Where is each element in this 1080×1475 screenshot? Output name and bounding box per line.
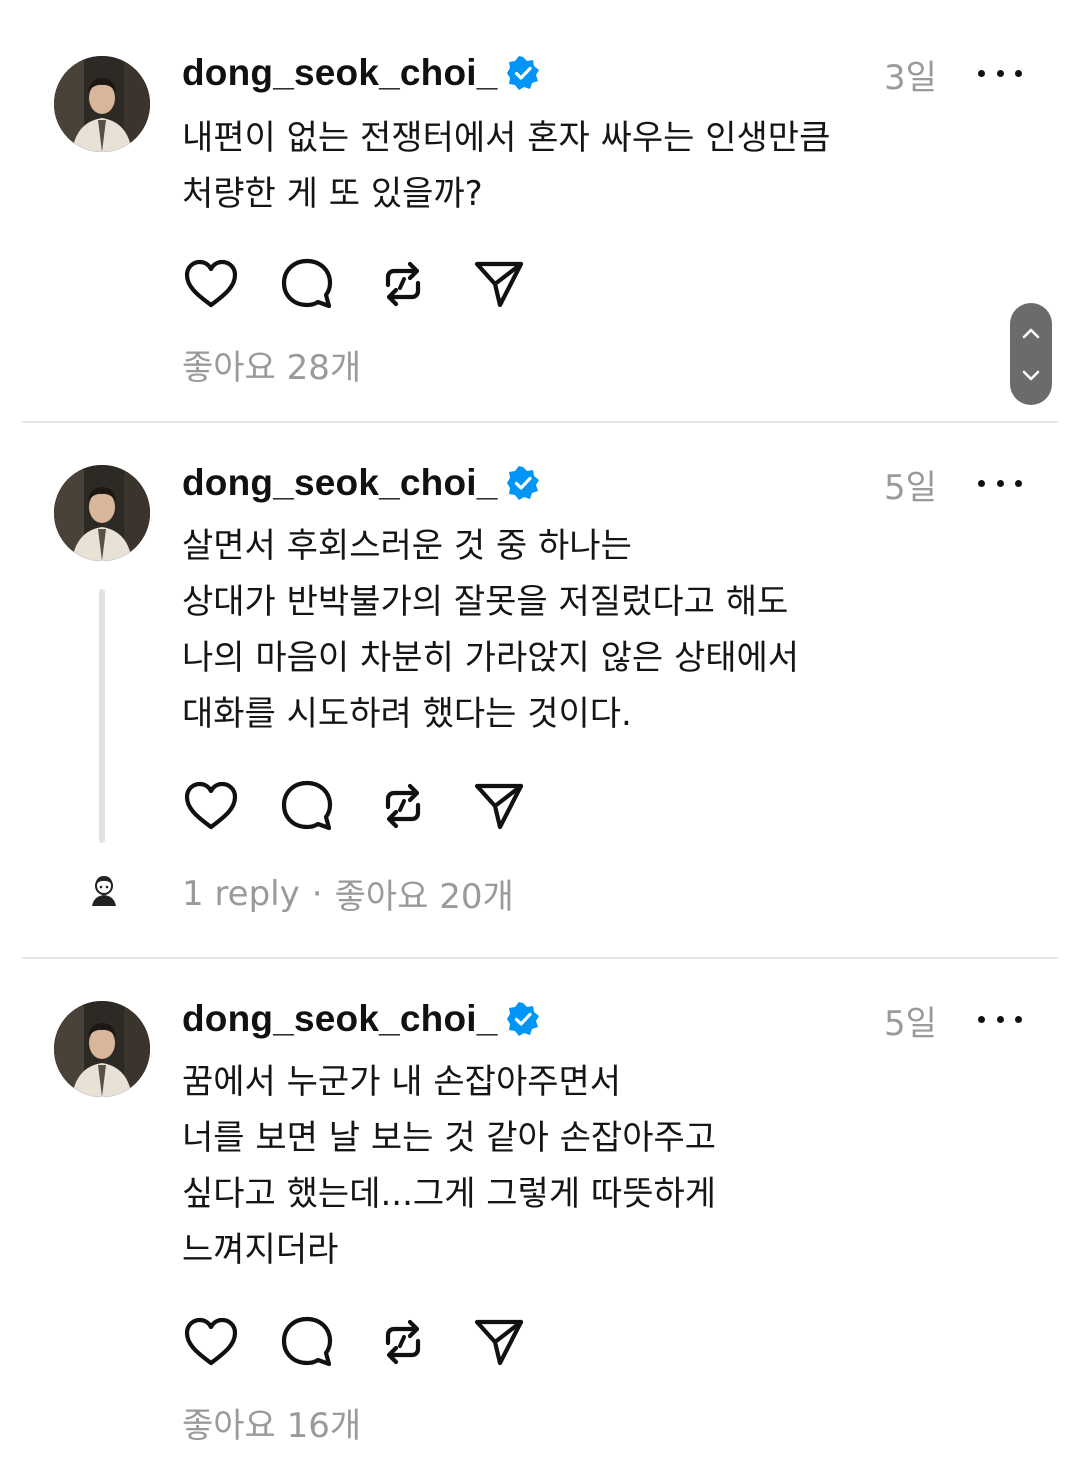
thread-line bbox=[99, 589, 105, 843]
post-text-line: 너를 보면 날 보는 것 같아 손잡아주고 bbox=[182, 1118, 717, 1158]
like-count[interactable]: 좋아요 16개 bbox=[182, 1398, 361, 1447]
share-button[interactable] bbox=[470, 1313, 528, 1371]
meta-separator: · bbox=[311, 873, 323, 914]
reply-avatar[interactable] bbox=[86, 872, 122, 908]
heart-icon bbox=[184, 259, 238, 308]
author-row: dong_seok_choi_ bbox=[182, 458, 540, 508]
post-time: 3일 bbox=[884, 58, 937, 98]
post-text-line: 살면서 후회스러운 것 중 하나는 bbox=[182, 526, 632, 566]
like-button[interactable] bbox=[182, 1313, 240, 1371]
post-meta: 1 reply · 좋아요 20개 bbox=[182, 869, 514, 918]
username[interactable]: dong_seok_choi_ bbox=[182, 462, 498, 504]
author-row: dong_seok_choi_ bbox=[182, 994, 540, 1044]
repost-icon bbox=[385, 783, 421, 829]
post: dong_seok_choi_ 5일 꿈에서 누군가 내 손잡아주면서 너를 보… bbox=[0, 959, 1080, 1475]
chevron-down-icon bbox=[1022, 370, 1040, 380]
post-meta: 좋아요 28개 bbox=[182, 340, 361, 389]
repost-icon bbox=[385, 261, 421, 307]
post-text-line: 싶다고 했는데...그게 그렇게 따뜻하게 bbox=[182, 1174, 717, 1214]
post-text-line: 처량한 게 또 있을까? bbox=[182, 174, 483, 214]
avatar[interactable] bbox=[54, 1001, 150, 1097]
comment-button[interactable] bbox=[278, 1313, 336, 1371]
post-meta: 좋아요 16개 bbox=[182, 1398, 361, 1447]
like-button[interactable] bbox=[182, 255, 240, 313]
avatar[interactable] bbox=[54, 465, 150, 561]
verified-badge-icon bbox=[506, 56, 540, 90]
post-text-line: 대화를 시도하려 했다는 것이다. bbox=[182, 694, 632, 734]
post-text-line: 내편이 없는 전쟁터에서 혼자 싸우는 인생만큼 bbox=[182, 118, 831, 158]
scroll-navigator[interactable] bbox=[1010, 303, 1052, 405]
comment-button[interactable] bbox=[278, 777, 336, 835]
username[interactable]: dong_seok_choi_ bbox=[182, 998, 498, 1040]
repost-button[interactable] bbox=[374, 777, 432, 835]
like-button[interactable] bbox=[182, 777, 240, 835]
author-row: dong_seok_choi_ bbox=[182, 48, 540, 98]
comment-bubble-icon bbox=[281, 258, 333, 309]
share-button[interactable] bbox=[470, 777, 528, 835]
more-horizontal-icon[interactable] bbox=[975, 56, 1025, 90]
chevron-up-icon bbox=[1022, 328, 1040, 338]
action-bar bbox=[182, 777, 566, 835]
avatar[interactable] bbox=[54, 56, 150, 152]
post-time: 5일 bbox=[884, 468, 937, 508]
post-text-line: 느껴지더라 bbox=[182, 1230, 339, 1270]
repost-button[interactable] bbox=[374, 255, 432, 313]
comment-bubble-icon bbox=[281, 780, 333, 831]
post-text-line: 상대가 반박불가의 잘못을 저질렀다고 해도 bbox=[182, 582, 789, 622]
post: dong_seok_choi_ 3일 내편이 없는 전쟁터에서 혼자 싸우는 인… bbox=[0, 0, 1080, 422]
post-time: 5일 bbox=[884, 1004, 937, 1044]
like-count[interactable]: 좋아요 28개 bbox=[182, 340, 361, 389]
post-text: 내편이 없는 전쟁터에서 혼자 싸우는 인생만큼 처량한 게 또 있을까? bbox=[182, 110, 982, 222]
more-horizontal-icon[interactable] bbox=[975, 1002, 1025, 1036]
more-horizontal-icon[interactable] bbox=[975, 466, 1025, 500]
verified-badge-icon bbox=[506, 1002, 540, 1036]
username[interactable]: dong_seok_choi_ bbox=[182, 52, 498, 94]
heart-icon bbox=[184, 1317, 238, 1366]
like-count[interactable]: 좋아요 20개 bbox=[335, 869, 514, 918]
action-bar bbox=[182, 255, 566, 313]
verified-badge-icon bbox=[506, 466, 540, 500]
post-text-line: 꿈에서 누군가 내 손잡아주면서 bbox=[182, 1062, 622, 1102]
repost-button[interactable] bbox=[374, 1313, 432, 1371]
heart-icon bbox=[184, 781, 238, 830]
send-icon bbox=[474, 261, 524, 308]
action-bar bbox=[182, 1313, 566, 1371]
share-button[interactable] bbox=[470, 255, 528, 313]
send-icon bbox=[474, 1319, 524, 1366]
post-text: 살면서 후회스러운 것 중 하나는 상대가 반박불가의 잘못을 저질렀다고 해도… bbox=[182, 518, 982, 742]
post-text: 꿈에서 누군가 내 손잡아주면서 너를 보면 날 보는 것 같아 손잡아주고 싶… bbox=[182, 1054, 982, 1278]
comment-button[interactable] bbox=[278, 255, 336, 313]
comment-bubble-icon bbox=[281, 1316, 333, 1367]
post: dong_seok_choi_ 5일 살면서 후회스러운 것 중 하나는 상대가… bbox=[0, 423, 1080, 958]
send-icon bbox=[474, 783, 524, 830]
repost-icon bbox=[385, 1319, 421, 1365]
reply-count[interactable]: 1 reply bbox=[182, 874, 300, 914]
post-text-line: 나의 마음이 차분히 가라앉지 않은 상태에서 bbox=[182, 638, 800, 678]
